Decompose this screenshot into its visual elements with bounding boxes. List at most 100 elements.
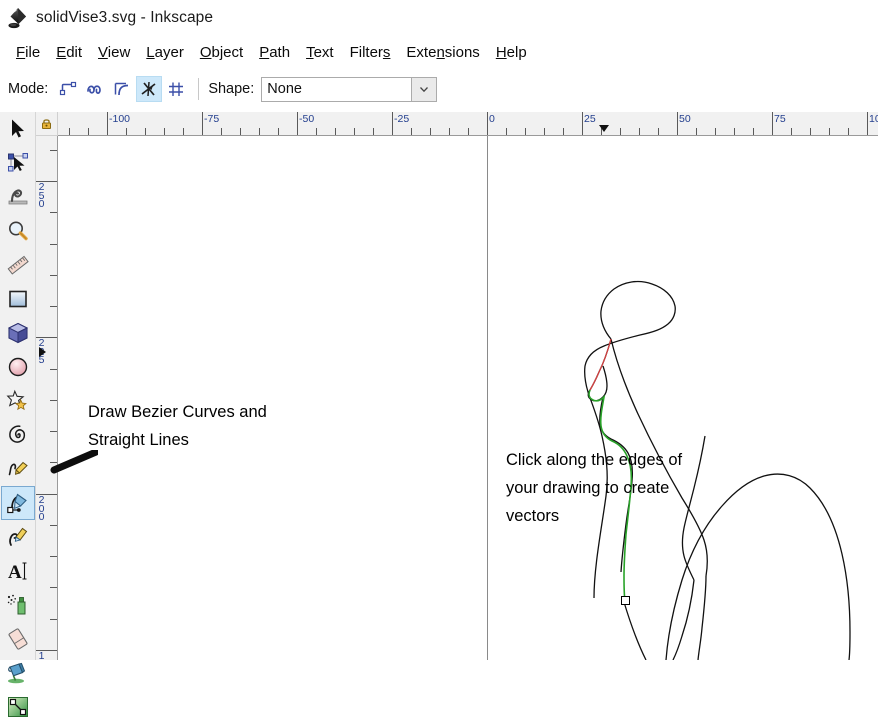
vertical-ruler-position-marker	[39, 347, 46, 357]
ruler-minor-tick	[164, 128, 165, 135]
toolbar-separator	[198, 78, 199, 100]
ruler-major-tick	[107, 112, 108, 135]
tool-ellipse[interactable]	[1, 350, 35, 384]
ruler-minor-tick	[411, 128, 412, 135]
tool-3dbox[interactable]	[1, 316, 35, 350]
ruler-label: 200	[37, 496, 46, 522]
lock-icon	[40, 117, 53, 130]
ruler-minor-tick	[240, 128, 241, 135]
tool-spray[interactable]	[1, 588, 35, 622]
menu-help[interactable]: Help	[488, 42, 535, 63]
menu-text[interactable]: Text	[298, 42, 342, 63]
ruler-major-tick	[392, 112, 393, 135]
ruler-minor-tick	[449, 128, 450, 135]
tool-bezier-pen[interactable]	[1, 486, 35, 520]
mode-paraxial-lines-icon[interactable]	[163, 76, 189, 102]
tool-controls-bar: Mode:	[0, 70, 878, 108]
ruler-minor-tick	[50, 212, 57, 213]
ruler-minor-tick	[221, 128, 222, 135]
ruler-minor-tick	[544, 128, 545, 135]
tool-node-editor[interactable]	[1, 146, 35, 180]
ruler-minor-tick	[50, 619, 57, 620]
ruler-minor-tick	[658, 128, 659, 135]
ruler-minor-tick	[278, 128, 279, 135]
ruler-label: 75	[774, 113, 786, 125]
menu-mnemonic: s	[383, 44, 391, 61]
ruler-label: -100	[109, 113, 130, 125]
tool-rectangle[interactable]	[1, 282, 35, 316]
ruler-minor-tick	[88, 128, 89, 135]
mode-regular-bezier-icon[interactable]	[55, 76, 81, 102]
thick-arrow-pointer-icon	[50, 450, 98, 474]
tool-measure[interactable]	[1, 248, 35, 282]
vertical-ruler[interactable]: 250225200175	[36, 136, 58, 660]
ruler-minor-tick	[50, 306, 57, 307]
tool-gradient[interactable]	[1, 690, 35, 724]
horizontal-ruler[interactable]: -100-75-50-250255075100	[58, 112, 878, 136]
outline-path-lower-left	[624, 602, 646, 660]
ruler-major-tick	[487, 112, 488, 135]
outline-path-torso-edge	[673, 580, 694, 660]
shape-select[interactable]: None	[261, 77, 437, 102]
menu-object[interactable]: Object	[192, 42, 251, 63]
menu-mnemonic: E	[56, 44, 66, 61]
tool-calligraphy[interactable]	[1, 520, 35, 554]
ruler-minor-tick	[50, 150, 57, 151]
ruler-minor-tick	[829, 128, 830, 135]
annotation-right: Click along the edges of your drawing to…	[506, 446, 682, 530]
menu-mnemonic: O	[200, 44, 212, 61]
ruler-minor-tick	[50, 244, 57, 245]
menu-filters[interactable]: Filters	[342, 42, 399, 63]
inkscape-window: solidVise3.svg - Inkscape FileEditViewLa…	[0, 0, 878, 660]
ruler-major-tick	[202, 112, 203, 135]
menu-extensions[interactable]: Extensions	[398, 42, 487, 63]
title-bar: solidVise3.svg - Inkscape	[0, 0, 878, 36]
ruler-major-tick	[677, 112, 678, 135]
tool-text[interactable]: A	[1, 554, 35, 588]
ruler-minor-tick	[791, 128, 792, 135]
menu-mnemonic: L	[146, 44, 154, 61]
menu-edit[interactable]: Edit	[48, 42, 90, 63]
shape-label: Shape:	[208, 81, 254, 97]
menu-view[interactable]: View	[90, 42, 138, 63]
menu-path[interactable]: Path	[251, 42, 298, 63]
tool-box: A	[0, 112, 36, 660]
tool-zoom[interactable]	[1, 214, 35, 248]
tool-star[interactable]	[1, 384, 35, 418]
ruler-minor-tick	[468, 128, 469, 135]
mode-spiro-path-icon[interactable]	[82, 76, 108, 102]
ruler-minor-tick	[563, 128, 564, 135]
menu-file[interactable]: File	[8, 42, 48, 63]
path-node-square[interactable]	[621, 596, 630, 605]
ruler-minor-tick	[354, 128, 355, 135]
ruler-minor-tick	[373, 128, 374, 135]
ruler-minor-tick	[126, 128, 127, 135]
ruler-major-tick	[297, 112, 298, 135]
ruler-lock-toggle[interactable]	[36, 112, 58, 136]
tool-paint-bucket[interactable]	[1, 656, 35, 690]
ruler-minor-tick	[715, 128, 716, 135]
menu-mnemonic: P	[259, 44, 269, 61]
tool-tweak[interactable]	[1, 180, 35, 214]
ruler-minor-tick	[145, 128, 146, 135]
bezier-previous-segment	[590, 339, 611, 390]
tool-selector[interactable]	[1, 112, 35, 146]
mode-straight-lines-icon[interactable]	[136, 76, 162, 102]
ruler-minor-tick	[50, 587, 57, 588]
tool-spiral[interactable]	[1, 418, 35, 452]
ruler-minor-tick	[696, 128, 697, 135]
mode-bspline-path-icon[interactable]	[109, 76, 135, 102]
ruler-minor-tick	[50, 400, 57, 401]
inkscape-logo-icon	[6, 6, 30, 30]
chevron-down-icon[interactable]	[411, 78, 436, 101]
tool-eraser[interactable]	[1, 622, 35, 656]
ruler-minor-tick	[753, 128, 754, 135]
outline-path-arm-back	[683, 436, 706, 580]
horizontal-ruler-position-marker	[599, 125, 609, 132]
menu-layer[interactable]: Layer	[138, 42, 192, 63]
tool-pencil[interactable]	[1, 452, 35, 486]
outline-path-back	[666, 474, 850, 660]
ruler-label: 50	[679, 113, 691, 125]
ruler-label: 250	[37, 183, 46, 209]
ruler-minor-tick	[430, 128, 431, 135]
